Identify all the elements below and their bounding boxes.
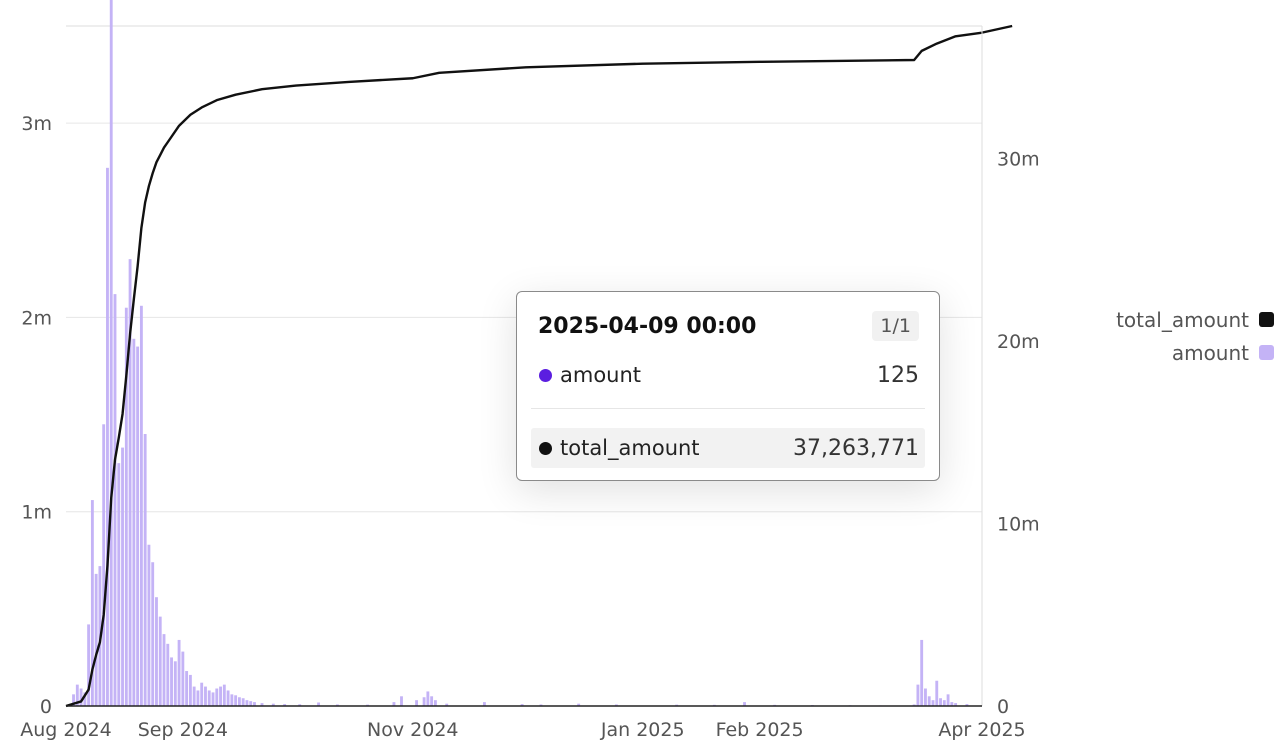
bar [242,698,245,706]
y-right-tick-label: 20m [997,331,1040,353]
x-tick-label: Nov 2024 [367,719,458,740]
bar [434,700,437,706]
bar [223,685,226,706]
tooltip-dot-amount [539,369,552,382]
x-tick-label: Feb 2025 [716,719,804,740]
y-right-tick-label: 10m [997,514,1040,536]
y-right-tick-label: 0 [997,696,1009,718]
bar [924,689,927,706]
bar [426,691,429,706]
tooltip-value-amount: 125 [877,363,919,388]
bar [114,294,117,706]
bar [170,657,173,706]
bar [238,697,241,706]
bar [185,671,188,706]
legend-label-total-amount: total_amount [1116,308,1249,332]
bar [132,339,135,706]
x-tick-label: Jan 2025 [600,719,685,740]
legend-item-amount[interactable]: amount [1116,336,1274,369]
tooltip-dot-total-amount [539,442,552,455]
bar [148,545,151,706]
bar [947,694,950,706]
bar [110,0,113,706]
x-tick-label: Sep 2024 [138,719,228,740]
tooltip-separator [531,408,925,409]
x-tick-label: Aug 2024 [20,719,112,740]
tooltip-label-total-amount: total_amount [560,436,793,460]
bar [102,424,105,706]
bar [166,644,169,706]
bar [136,347,139,706]
bar [193,687,196,706]
bar [144,434,147,706]
bar [932,700,935,706]
legend-swatch-total-amount [1259,312,1274,327]
legend: total_amount amount [1116,303,1274,369]
bar [920,640,923,706]
bar [430,696,433,706]
bar [178,640,181,706]
bar [80,689,83,706]
legend-swatch-amount [1259,345,1274,360]
bar [174,661,177,706]
bar [151,562,154,706]
bar [95,574,98,706]
bar [200,683,203,706]
bar [212,692,215,706]
bar [204,687,207,706]
legend-item-total-amount[interactable]: total_amount [1116,303,1274,336]
y-left-tick-label: 0 [40,696,52,718]
bar [159,617,162,706]
y-left-tick-label: 1m [21,502,52,524]
legend-label-amount: amount [1172,341,1249,365]
bar [423,697,426,706]
bar [234,695,237,706]
y-right-tick-label: 30m [997,149,1040,171]
bar [928,696,931,706]
bar [189,675,192,706]
bar [163,634,166,706]
bar [943,700,946,706]
bar [155,597,158,706]
bar [916,685,919,706]
x-tick-label: Apr 2025 [938,719,1025,740]
bar [106,168,109,706]
bar [197,690,200,706]
bar [87,624,90,706]
bar [117,463,120,706]
y-left-tick-label: 3m [21,113,52,135]
bar [939,698,942,706]
bar [935,681,938,706]
bar [121,448,124,706]
tooltip-label-amount: amount [560,363,877,387]
bar [230,694,233,706]
bar [400,696,403,706]
tooltip-value-total-amount: 37,263,771 [793,436,919,461]
tooltip-row-amount: amount 125 [531,355,925,395]
bar [215,689,218,706]
bar [208,690,211,706]
tooltip: 2025-04-09 00:00 1/1 amount 125 total_am… [516,291,940,481]
tooltip-row-total-amount: total_amount 37,263,771 [531,428,925,468]
bar [140,306,143,706]
tooltip-header: 2025-04-09 00:00 [538,314,756,339]
bar [415,700,418,706]
bar [181,652,184,706]
bar [246,700,249,706]
y-left-tick-label: 2m [21,307,52,329]
bar [219,687,222,706]
tooltip-count: 1/1 [872,311,919,341]
bar [227,690,230,706]
